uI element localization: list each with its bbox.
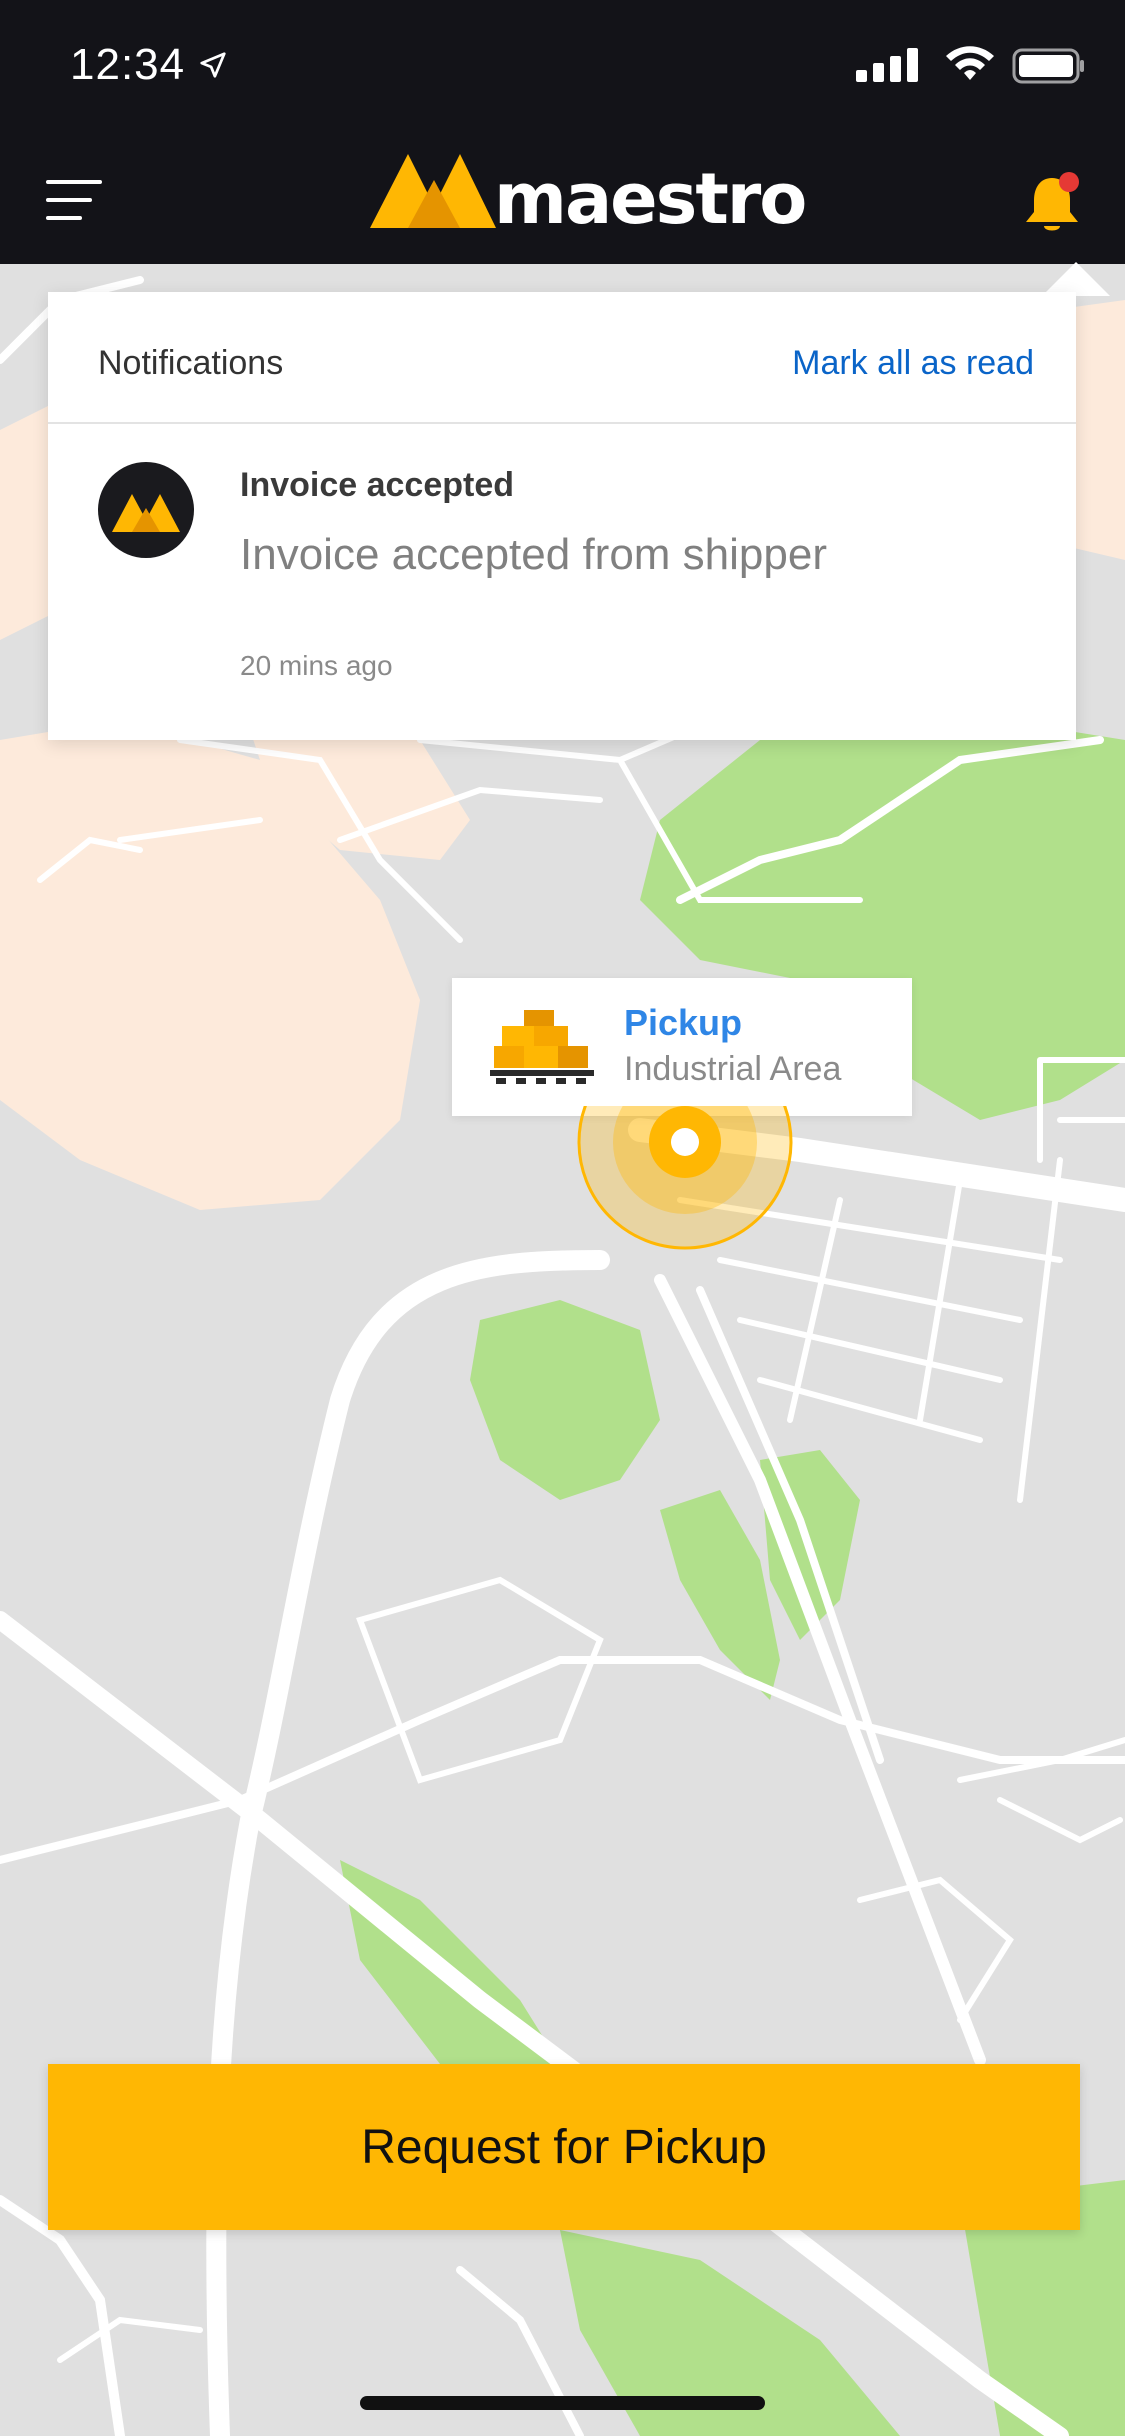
avatar [98,462,194,558]
notifications-panel: Notifications Mark all as read Invoice a… [48,292,1076,740]
bell-icon[interactable] [1024,170,1084,236]
battery-icon [1012,48,1084,84]
request-pickup-label: Request for Pickup [361,2120,767,2174]
signal-icon [856,48,918,82]
pickup-location: Industrial Area [624,1050,842,1088]
pickup-callout[interactable]: Pickup Industrial Area [452,978,912,1116]
divider [48,422,1076,424]
pickup-title: Pickup [624,1002,743,1043]
request-pickup-button[interactable]: Request for Pickup [48,2064,1080,2230]
home-indicator [360,2396,765,2410]
status-bar: 12:34 [0,0,1125,132]
notification-heading: Invoice accepted [240,466,515,504]
notifications-title: Notifications [98,344,284,382]
location-arrow-icon [200,52,226,78]
unread-badge [1059,172,1079,192]
notification-caret [1042,262,1110,296]
packages-icon [490,1010,594,1084]
hamburger-menu-icon[interactable] [46,180,104,220]
notification-body: Invoice accepted from shipper [240,530,827,579]
pickup-pin-icon[interactable] [570,1106,800,1256]
mark-all-read-link[interactable]: Mark all as read [792,344,1034,383]
status-time: 12:34 [70,40,186,89]
app-name: maestro [494,158,807,240]
wifi-icon [946,46,994,80]
maestro-logo-icon [370,154,496,228]
notification-time: 20 mins ago [240,650,393,681]
maestro-logo-icon [112,494,180,532]
